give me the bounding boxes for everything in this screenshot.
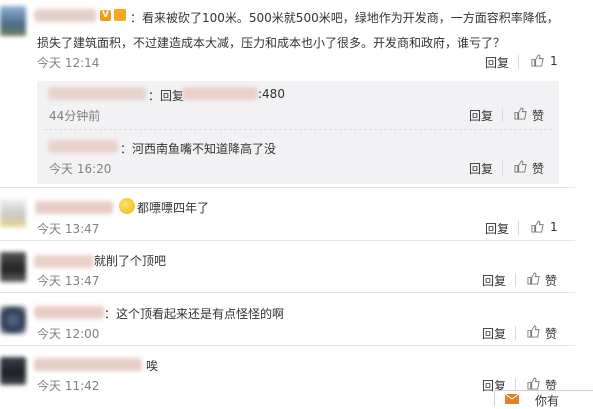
avatar[interactable]	[0, 306, 26, 334]
divider	[0, 240, 575, 241]
username[interactable]	[34, 255, 94, 268]
avatar[interactable]	[0, 6, 26, 36]
reply-button[interactable]: 回复	[469, 107, 493, 124]
comment-time: 今天 13:47	[37, 274, 100, 288]
username[interactable]	[35, 201, 113, 214]
avatar[interactable]	[0, 357, 26, 385]
popup-text: 你有	[535, 394, 560, 408]
username[interactable]	[34, 306, 104, 319]
divider	[0, 187, 575, 188]
reply-mention[interactable]	[182, 87, 258, 100]
reply-text: ：河西南鱼嘴不知道降高了没	[120, 142, 277, 156]
avatar[interactable]	[0, 199, 26, 227]
like-label[interactable]: 赞	[532, 107, 544, 124]
reply-time: 今天 16:20	[49, 162, 112, 176]
thumb-up-icon[interactable]	[527, 377, 540, 390]
notification-popup[interactable]: 你有	[494, 390, 593, 408]
thumb-up-icon[interactable]	[527, 325, 540, 338]
divider	[518, 221, 519, 235]
avatar[interactable]	[0, 252, 26, 282]
thumb-up-icon[interactable]	[514, 160, 527, 173]
reply-username[interactable]	[48, 140, 118, 153]
username[interactable]	[34, 358, 142, 371]
reply-button[interactable]: 回复	[485, 220, 509, 237]
like-label[interactable]: 赞	[532, 160, 544, 177]
comment-time: 今天 11:42	[37, 379, 100, 393]
reply-username[interactable]	[48, 87, 146, 100]
reply-text-suffix: :480	[258, 87, 285, 101]
like-label[interactable]: 赞	[545, 272, 557, 289]
divider	[518, 55, 519, 69]
comment-text: ：这个顶看起来还是有点怪怪的啊	[104, 307, 285, 321]
comment-text: ：看来被砍了100米。500米就500米吧，绿地作为开发商，一方面容积率降低，	[130, 11, 559, 25]
emoji-icon	[119, 198, 135, 214]
comment-text: 都嘌嘌四年了	[137, 201, 210, 215]
thumb-up-icon[interactable]	[514, 107, 527, 120]
divider	[502, 108, 503, 122]
divider	[0, 345, 575, 346]
thumb-up-icon[interactable]	[531, 54, 544, 67]
comment-text: 唉	[146, 359, 159, 373]
comment-time: 今天 12:14	[37, 56, 100, 70]
verified-badge: V	[100, 10, 111, 21]
comment-time: 今天 13:47	[37, 222, 100, 236]
comment-text: 就削了个顶吧	[94, 254, 167, 268]
divider	[502, 161, 503, 175]
reply-button[interactable]: 回复	[485, 54, 509, 71]
divider	[515, 273, 516, 287]
like-count[interactable]: 1	[550, 220, 558, 234]
reply-text: ：回复	[148, 89, 185, 103]
like-count[interactable]: 1	[550, 54, 558, 68]
reply-button[interactable]: 回复	[469, 160, 493, 177]
divider	[515, 326, 516, 340]
reply-button[interactable]: 回复	[482, 325, 506, 342]
crown-icon	[114, 9, 126, 21]
divider	[0, 292, 575, 293]
like-label[interactable]: 赞	[545, 325, 557, 342]
username[interactable]	[34, 9, 96, 22]
comment-time: 今天 12:00	[37, 327, 100, 341]
divider	[44, 129, 552, 130]
reply-button[interactable]: 回复	[482, 272, 506, 289]
thumb-up-icon[interactable]	[527, 272, 540, 285]
comment-text-line2: 损失了建筑面积，不过建造成本大减，压力和成本也小了很多。开发商和政府，谁亏了？	[37, 36, 506, 50]
reply-time: 44分钟前	[49, 109, 101, 123]
thumb-up-icon[interactable]	[531, 220, 544, 233]
mail-icon	[505, 394, 519, 404]
